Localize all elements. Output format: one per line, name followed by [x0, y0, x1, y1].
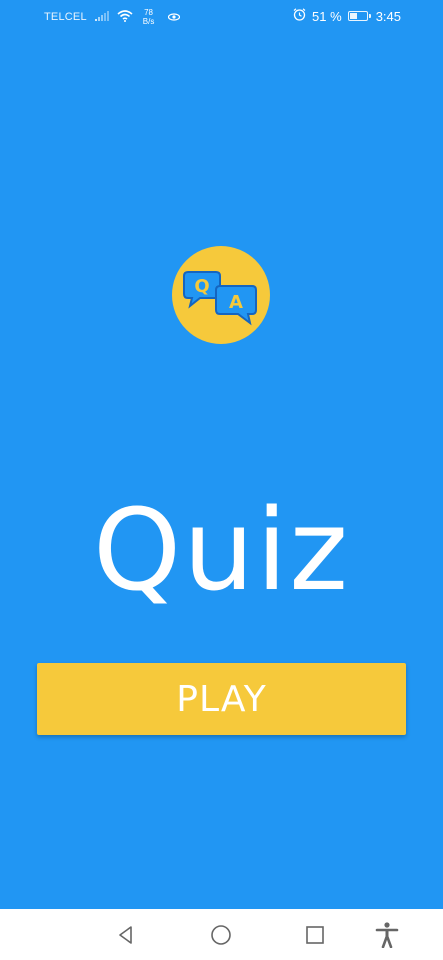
qa-logo: Q A	[172, 246, 270, 344]
status-bar: TELCEL 78 B/s 51 % 3:45	[0, 0, 443, 34]
wifi-icon	[117, 9, 133, 25]
network-speed-value: 78	[144, 8, 154, 17]
back-icon[interactable]	[112, 921, 140, 949]
recents-icon[interactable]	[301, 921, 329, 949]
clock: 3:45	[375, 8, 401, 24]
network-speed-unit: B/s	[142, 17, 155, 26]
status-right: 51 % 3:45	[293, 8, 401, 24]
battery-percent: 51 %	[312, 8, 342, 24]
status-left: TELCEL 78 B/s	[44, 8, 181, 26]
play-button[interactable]: PLAY	[37, 663, 406, 735]
question-letter: Q	[194, 276, 209, 297]
carrier-label: TELCEL	[44, 11, 87, 23]
battery-level-fill	[349, 13, 358, 19]
battery-icon	[347, 11, 371, 21]
eye-icon	[168, 10, 181, 24]
signal-icon	[94, 10, 109, 24]
app-title: Quiz	[92, 486, 351, 616]
answer-letter: A	[229, 292, 243, 313]
accessibility-icon[interactable]	[373, 921, 401, 949]
home-icon[interactable]	[207, 921, 235, 949]
network-speed: 78 B/s	[143, 8, 155, 26]
navigation-bar	[0, 909, 443, 960]
alarm-icon	[293, 8, 306, 24]
